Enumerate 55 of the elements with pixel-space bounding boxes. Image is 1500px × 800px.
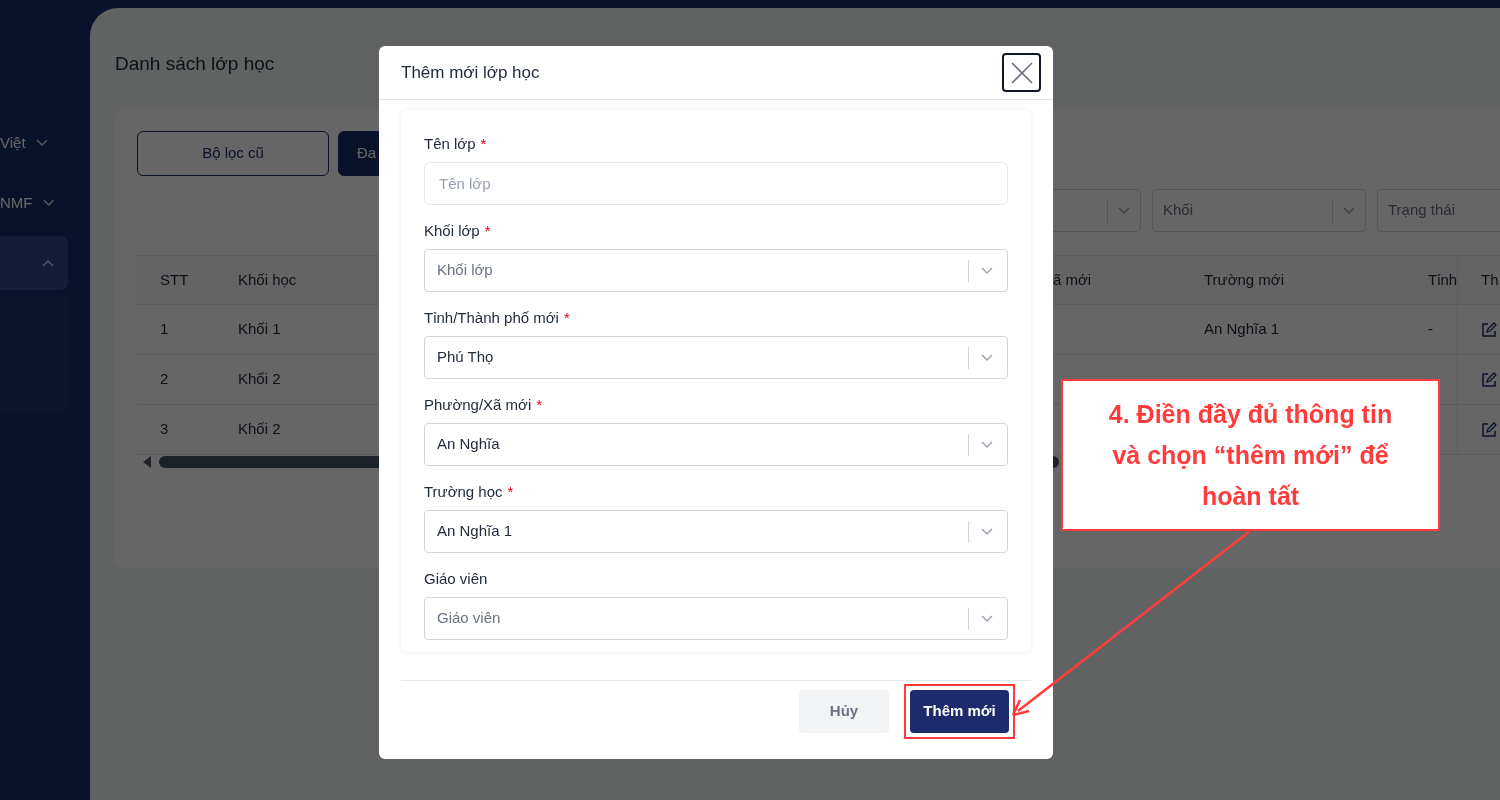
table-cell-text: An Nghĩa 1	[1204, 319, 1280, 340]
field-label: Tên lớp	[424, 134, 476, 153]
cancel-button[interactable]: Hủy	[799, 690, 889, 733]
close-button[interactable]	[1002, 53, 1041, 92]
select-field[interactable]: Giáo viên	[424, 597, 1008, 640]
field-label: Trường học	[424, 482, 503, 501]
sidebar-item[interactable]: Việt	[0, 116, 68, 170]
select-field[interactable]: Phú Thọ	[424, 336, 1008, 379]
column-header: Th	[1481, 269, 1499, 290]
close-icon	[1009, 60, 1034, 85]
required-asterisk: *	[484, 221, 491, 240]
chevron-down-icon	[35, 139, 48, 147]
required-asterisk: *	[536, 395, 543, 414]
table-cell-text: Khối 2	[238, 419, 281, 440]
chevron-down-icon	[981, 614, 993, 623]
field-label: Giáo viên	[424, 569, 488, 588]
chevron-down-icon	[981, 266, 993, 275]
column-header: Trường mới	[1204, 269, 1284, 290]
chevron-down-icon	[1343, 206, 1355, 215]
table-cell-text: Khối 2	[238, 369, 281, 390]
column-header: STT	[160, 269, 189, 290]
dialog-title: Thêm mới lớp học	[401, 61, 540, 84]
page-title: Danh sách lớp học	[115, 52, 275, 76]
column-header: Khối học	[238, 269, 297, 290]
edit-icon[interactable]	[1481, 321, 1497, 338]
table-cell-text: 1	[160, 319, 169, 340]
scroll-left-arrow-icon[interactable]	[143, 456, 151, 468]
callout-box: 4. Điền đầy đủ thông tin và chọn “thêm mới” để hoàn tất	[1061, 379, 1440, 531]
required-asterisk: *	[507, 482, 514, 501]
table-cell-text: Khối 1	[238, 319, 281, 340]
required-asterisk: *	[563, 308, 570, 327]
column-header: ã mới	[1053, 269, 1092, 290]
field-label: Phường/Xã mới	[424, 395, 532, 414]
table-cell-text: 3	[160, 419, 169, 440]
field-label: Khối lớp	[424, 221, 480, 240]
chevron-down-icon	[42, 199, 54, 207]
sidebar-item[interactable]: NMF	[0, 176, 68, 230]
field-label: Tỉnh/Thành phố mới	[424, 308, 559, 327]
required-asterisk: *	[480, 134, 487, 153]
select-field[interactable]: Khối lớp	[424, 249, 1008, 292]
chevron-down-icon	[1118, 206, 1130, 215]
select-field[interactable]: An Nghĩa 1	[424, 510, 1008, 553]
edit-icon[interactable]	[1481, 421, 1497, 438]
select-field[interactable]: An Nghĩa	[424, 423, 1008, 466]
chevron-down-icon	[981, 440, 993, 449]
chevron-down-icon	[981, 527, 993, 536]
column-header: Tỉnh	[1428, 269, 1457, 290]
table-cell-text: 2	[160, 369, 169, 390]
chevron-down-icon	[981, 353, 993, 362]
filter-button[interactable]: Bộ lọc cũ	[137, 131, 329, 176]
chevron-up-icon	[42, 259, 54, 267]
text-input[interactable]: Tên lớp	[424, 162, 1008, 205]
add-button[interactable]: Thêm mới	[910, 690, 1009, 733]
edit-icon[interactable]	[1481, 371, 1497, 388]
table-cell-text: -	[1428, 319, 1433, 340]
